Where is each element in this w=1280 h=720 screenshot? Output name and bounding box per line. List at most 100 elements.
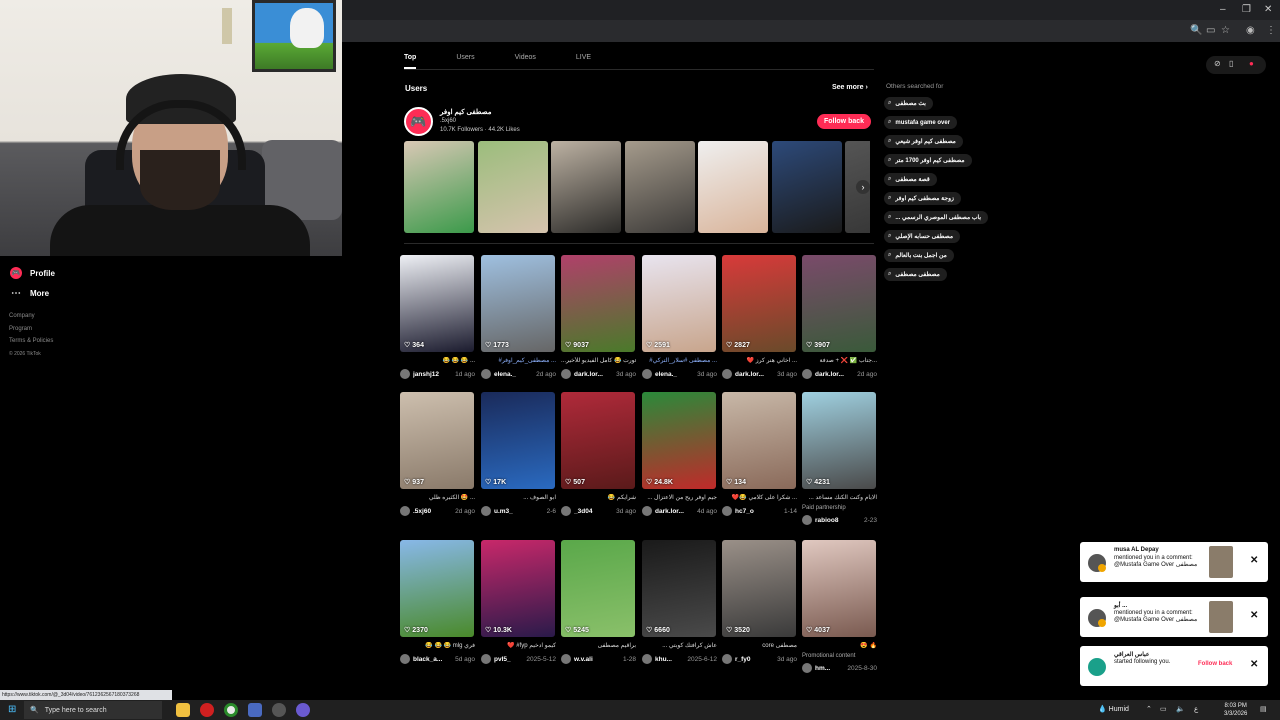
author-avatar[interactable] [642,654,652,664]
video-card[interactable]: ♡ 3520 core مصطفى r_fy0 3d ago [722,540,797,665]
user-display-name[interactable]: مصطفى كيم اوفر [440,108,491,116]
windows-start-icon[interactable]: ⊞ [8,704,16,715]
video-card[interactable]: ♡ 134 ❤️😂 شكراً على كلامي ... hc7_o 1-14 [722,392,797,517]
author-avatar[interactable] [561,369,571,379]
video-thumbnail[interactable]: ♡ 2827 [722,255,796,352]
video-card[interactable]: ♡ 3907 جتاب ✅ ❌ + صدفة... dark.lor... 2d ago [802,255,877,380]
zoom-icon[interactable]: 🔍 [1190,25,1202,36]
video-thumbnail[interactable]: ♡ 134 [722,392,796,489]
tab-users[interactable]: Users [456,54,474,69]
see-more-link[interactable]: See more › [832,84,868,91]
author-avatar[interactable] [481,369,491,379]
video-card[interactable]: ♡ 24.8K ... جيم اوفر ريح من الاعتزال dark.l… [642,392,717,517]
video-thumbnail[interactable]: ♡ 4037 [802,540,876,637]
author-name[interactable]: dark.lor... [655,508,695,515]
related-search-chip[interactable]: ⌕ mustafa game over [884,116,958,129]
related-search-chip[interactable]: ⌕ مصطفى كيم اوفر شيعي [884,135,963,148]
author-avatar[interactable] [400,369,410,379]
author-avatar[interactable] [722,654,732,664]
notification-follow-back-button[interactable]: Follow back [1198,661,1232,667]
author-name[interactable]: _3d04 [574,508,614,515]
video-thumbnail[interactable]: ♡ 3907 [802,255,876,352]
video-card[interactable]: ♡ 4231 ... الايام وكنت الكنك مساعد Paid par… [802,392,877,526]
close-icon[interactable]: ✕ [1250,555,1258,566]
phone-icon[interactable]: ▯ [1229,59,1233,68]
author-avatar[interactable] [722,369,732,379]
menu-dots-icon[interactable]: ⋮ [1266,25,1276,36]
sidebar-item-more[interactable]: ⋯ More [10,283,55,303]
compass-icon[interactable]: ⊘ [1214,59,1221,68]
cast-icon[interactable]: ▭ [1206,25,1215,36]
author-name[interactable]: u.m3_ [494,508,545,515]
volume-icon[interactable]: 🔈 [1176,705,1185,713]
author-name[interactable]: hm... [815,665,845,672]
chrome-icon[interactable] [224,703,238,717]
author-avatar[interactable] [400,654,410,664]
strip-video-thumb[interactable] [698,141,768,233]
video-card[interactable]: ♡ 5245 براقيم مصطفى w.v.ali 1-28 [561,540,636,665]
tab-videos[interactable]: Videos [515,54,536,69]
author-name[interactable]: elena._ [655,371,695,378]
video-thumbnail[interactable]: ♡ 2591 [642,255,716,352]
clock[interactable]: 8:03 PM 3/3/2026 [1224,702,1247,718]
video-thumbnail[interactable]: ♡ 4231 [802,392,876,489]
author-avatar[interactable] [802,515,812,525]
video-thumbnail[interactable]: ♡ 937 [400,392,474,489]
notifications-icon[interactable]: ▤ [1260,705,1267,713]
strip-video-thumb[interactable] [551,141,621,233]
restore-button[interactable]: ❐ [1242,4,1251,15]
notification-toast[interactable]: musa AL Depay mentioned you in a comment:… [1080,542,1268,582]
opera-icon[interactable] [200,703,214,717]
tab-live[interactable]: LIVE [576,54,591,69]
author-name[interactable]: dark.lor... [735,371,775,378]
author-name[interactable]: dark.lor... [574,371,614,378]
author-avatar[interactable] [642,369,652,379]
bookmark-star-icon[interactable]: ☆ [1221,25,1230,36]
strip-video-thumb[interactable] [477,141,548,233]
author-name[interactable]: khu... [655,656,685,663]
author-avatar[interactable] [561,654,571,664]
files-app-icon[interactable] [248,703,262,717]
network-icon[interactable]: ▭ [1160,705,1167,713]
video-card[interactable]: ♡ 2827 ❤️ آخاني هنر كرز ... dark.lor... 3d a… [722,255,797,380]
author-name[interactable]: rabioo8 [815,517,862,524]
author-name[interactable]: w.v.ali [574,656,621,663]
related-search-chip[interactable]: ⌕ زوجة مصطفى كيم اوفر [884,192,961,205]
close-icon[interactable]: ✕ [1250,610,1258,621]
user-avatar[interactable]: 🎮 [404,107,433,136]
minimize-button[interactable]: – [1220,4,1226,15]
video-thumbnail[interactable]: ♡ 9037 [561,255,635,352]
related-search-chip[interactable]: ⌕ مصطفى كيم اوفر 1700 متر [884,154,972,167]
author-avatar[interactable] [722,506,732,516]
author-avatar[interactable] [642,506,652,516]
author-name[interactable]: hc7_o [735,508,782,515]
footer-link-terms[interactable]: Terms & Policies [9,338,53,351]
close-button[interactable]: ✕ [1264,4,1272,15]
strip-video-thumb[interactable] [404,141,474,233]
taskbar-search[interactable]: 🔍 Type here to search [24,701,162,719]
video-card[interactable]: ♡ 364 😂 😂 😂 ... janshj12 1d ago [400,255,475,380]
video-thumbnail[interactable]: ♡ 10.3K [481,540,555,637]
author-avatar[interactable] [481,506,491,516]
video-thumbnail[interactable]: ♡ 17K [481,392,555,489]
video-thumbnail[interactable]: ♡ 364 [400,255,474,352]
strip-next-arrow-icon[interactable]: › [856,180,870,194]
author-name[interactable]: .5xj60 [413,508,453,515]
video-card[interactable]: ♡ 4037 😍 🔥 Promotional content hm... 2025-8-3… [802,540,877,674]
video-thumbnail[interactable]: ♡ 6660 [642,540,716,637]
video-thumbnail[interactable]: ♡ 24.8K [642,392,716,489]
video-card[interactable]: ♡ 9037 ...فورت 😂 كامل الفيديو للأخير dark.l… [561,255,636,380]
notification-toast[interactable]: عباس العراقي started following you. Follow… [1080,646,1268,686]
related-search-chip[interactable]: ⌕ مصطفى حسابه الإصلي [884,230,961,243]
notification-video-thumb[interactable] [1209,601,1233,633]
author-name[interactable]: r_fy0 [735,656,775,663]
strip-video-thumb[interactable] [771,141,842,233]
related-search-chip[interactable]: ⌕... باب مصطفى الموصري الرسمي [884,211,989,224]
author-avatar[interactable] [481,654,491,664]
video-card[interactable]: ♡ 2370 😂 😂 😂 mlg فري black_a... 5d ago [400,540,475,665]
discord-icon[interactable] [296,703,310,717]
strip-video-thumb[interactable] [624,141,695,233]
author-name[interactable]: janshj12 [413,371,453,378]
file-explorer-icon[interactable] [176,703,190,717]
footer-link-program[interactable]: Program [9,326,53,339]
